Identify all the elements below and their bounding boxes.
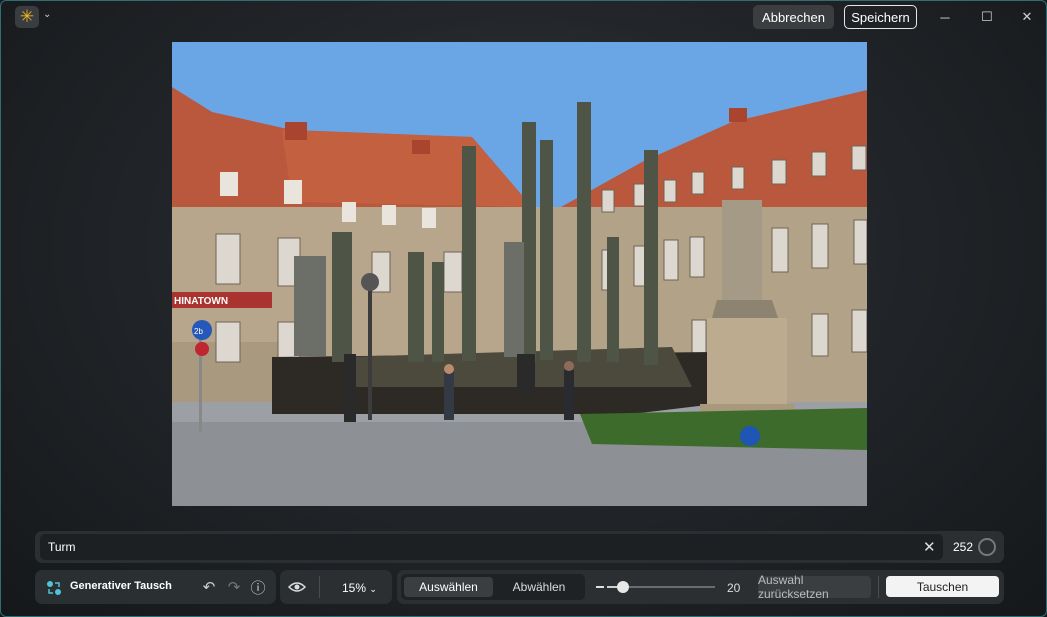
- clear-icon[interactable]: ✕: [923, 538, 936, 556]
- prompt-value: Turm: [48, 540, 76, 554]
- minimize-icon[interactable]: ─: [935, 8, 955, 26]
- photo-shop-sign: HINATOWN: [174, 296, 228, 307]
- zoom-dropdown[interactable]: 15% ⌄: [342, 581, 377, 595]
- chevron-down-icon: ⌄: [369, 584, 377, 594]
- brush-size-value: 20: [727, 581, 741, 595]
- app-menu-button[interactable]: ✳: [15, 6, 39, 28]
- eye-icon[interactable]: [288, 578, 306, 596]
- cancel-button[interactable]: Abbrechen: [753, 5, 834, 29]
- divider: [319, 576, 320, 598]
- close-icon[interactable]: ✕: [1017, 8, 1037, 26]
- generative-swap-icon: [47, 581, 61, 595]
- divider: [878, 576, 879, 598]
- reset-selection-button[interactable]: Auswahl zurücksetzen: [758, 573, 871, 601]
- tab-select[interactable]: Auswählen: [404, 577, 493, 597]
- sun-icon: ✳: [19, 7, 35, 26]
- edited-photo[interactable]: HINATOWN 2b: [172, 42, 867, 506]
- credit-ring-icon: [978, 538, 996, 556]
- prompt-bar: Turm ✕ 252: [35, 531, 1004, 563]
- maximize-icon[interactable]: ☐: [977, 8, 997, 26]
- undo-icon[interactable]: ↶: [200, 578, 218, 596]
- photo-scene: HINATOWN 2b: [172, 42, 867, 506]
- redo-icon[interactable]: ↷: [225, 578, 243, 596]
- tab-deselect[interactable]: Abwählen: [497, 577, 581, 597]
- credit-count: 252: [953, 540, 974, 554]
- info-icon[interactable]: ⓘ: [249, 578, 267, 597]
- chevron-down-icon[interactable]: ⌄: [43, 9, 51, 20]
- view-panel: 15% ⌄: [280, 570, 392, 604]
- slider-handle[interactable]: [617, 581, 630, 593]
- swap-button[interactable]: Tauschen: [886, 576, 999, 597]
- prompt-input[interactable]: Turm ✕: [40, 534, 943, 560]
- minus-icon: [596, 586, 604, 588]
- selection-panel: Auswählen Abwählen 20 Auswahl zurücksetz…: [397, 570, 1004, 604]
- save-button[interactable]: Speichern: [844, 5, 917, 29]
- mode-label: Generativer Tausch: [70, 580, 172, 592]
- mode-panel: Generativer Tausch ↶ ↷ ⓘ: [35, 570, 276, 604]
- selection-mode-toggle: Auswählen Abwählen: [401, 574, 585, 600]
- brush-size-slider[interactable]: [607, 581, 715, 593]
- zoom-value: 15%: [342, 581, 367, 595]
- photo-traffic-sign: 2b: [194, 327, 203, 336]
